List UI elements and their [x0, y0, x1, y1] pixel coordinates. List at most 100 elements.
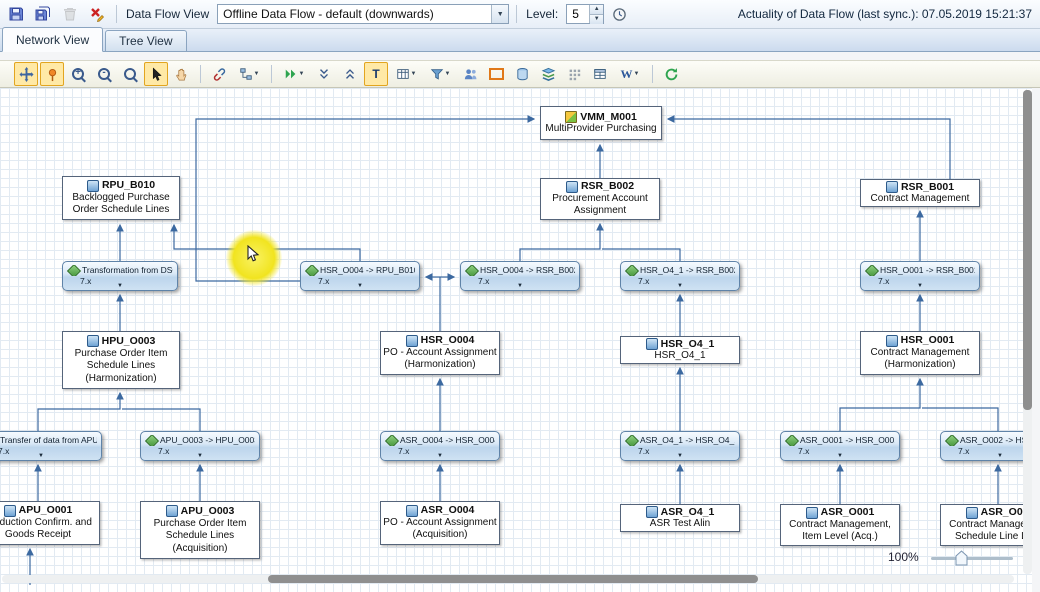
transformation-node[interactable]: Transfer of data from APU... 7.x ▼	[0, 431, 102, 461]
horizontal-scrollbar-thumb[interactable]	[268, 575, 758, 583]
multiprovider-icon	[565, 111, 577, 123]
chevron-down-icon: ▼	[299, 71, 305, 77]
expand-arrow-icon[interactable]: ▼	[677, 451, 683, 461]
spinner-up-icon[interactable]: ▲	[590, 5, 603, 14]
expand-arrow-icon[interactable]: ▼	[437, 451, 443, 461]
expand-arrow-icon[interactable]: ▼	[517, 281, 523, 291]
expand-arrow-icon[interactable]: ▼	[997, 451, 1003, 461]
discard-changes-button[interactable]	[85, 2, 109, 26]
pan-hand-button[interactable]	[170, 62, 194, 86]
collapse-all-button[interactable]	[312, 62, 336, 86]
select-pointer-button[interactable]	[144, 62, 168, 86]
node-desc: ASR Test Alin	[650, 518, 710, 531]
word-export-button[interactable]: W▼	[614, 62, 646, 86]
node-id: RSR_B001	[901, 181, 954, 194]
expand-arrow-icon[interactable]: ▼	[117, 281, 123, 291]
node-RSR_B002[interactable]: RSR_B002 Procurement Account Assignment	[540, 178, 660, 220]
tab-tree-view[interactable]: Tree View	[105, 30, 186, 51]
node-id: APU_O001	[19, 504, 73, 517]
vertical-scrollbar	[1023, 90, 1032, 574]
table-view-button[interactable]: ▼	[390, 62, 422, 86]
delete-button[interactable]	[58, 2, 82, 26]
data-flow-select[interactable]: Offline Data Flow - default (downwards) …	[217, 4, 509, 24]
chevron-down-icon[interactable]: ▼	[491, 5, 508, 23]
node-APU_O003[interactable]: APU_O003 Purchase Order Item Schedule Li…	[140, 501, 260, 559]
chevron-down-icon: ▼	[411, 71, 417, 77]
datastore-icon	[406, 505, 418, 517]
execute-button[interactable]: ▼	[278, 62, 310, 86]
node-id: HSR_O4_1	[661, 338, 715, 351]
level-spinner[interactable]: 5 ▲▼	[566, 4, 604, 24]
spinner-down-icon[interactable]: ▼	[590, 14, 603, 24]
expand-all-button[interactable]	[338, 62, 362, 86]
transformation-node[interactable]: ASR_O4_1 -> HSR_O4_1 7.x ▼	[620, 431, 740, 461]
node-desc: PO - Account Assignment	[383, 517, 496, 530]
transformation-node[interactable]: HSR_O004 -> RPU_B010 7.x ▼	[300, 261, 420, 291]
datasource-button[interactable]	[510, 62, 534, 86]
expand-arrow-icon[interactable]: ▼	[38, 451, 44, 461]
node-desc: (Harmonization)	[85, 373, 156, 386]
pan-mode-button[interactable]	[14, 62, 38, 86]
transformation-icon	[385, 435, 399, 446]
transformation-node[interactable]: ASR_O004 -> HSR_O004 7.x ▼	[380, 431, 500, 461]
layout-direction-button[interactable]: ▼	[233, 62, 265, 86]
expand-arrow-icon[interactable]: ▼	[837, 451, 843, 461]
separator	[200, 65, 201, 83]
tab-network-view[interactable]: Network View	[2, 27, 103, 52]
node-HSR_O004[interactable]: HSR_O004 PO - Account Assignment (Harmon…	[380, 331, 500, 375]
zoom-in-button[interactable]: +	[66, 62, 90, 86]
highlight-frame-button[interactable]	[484, 62, 508, 86]
node-HSR_O001[interactable]: HSR_O001 Contract Management (Harmonizat…	[860, 331, 980, 375]
node-APU_O001[interactable]: APU_O001 Production Confirm. and Goods R…	[0, 501, 100, 545]
zoom-out-button[interactable]: -	[92, 62, 116, 86]
transformation-node[interactable]: APU_O003 -> HPU_O003 7.x ▼	[140, 431, 260, 461]
layers-button[interactable]	[536, 62, 560, 86]
zoom-area-button[interactable]	[118, 62, 142, 86]
transformation-label: ASR_O001 -> HSR_O001	[800, 435, 895, 446]
filter-button[interactable]: ▼	[424, 62, 456, 86]
node-ASR_O4_1[interactable]: ASR_O4_1 ASR Test Alin	[620, 504, 740, 532]
chevron-down-icon: ▼	[634, 71, 640, 77]
save-all-button[interactable]	[31, 2, 55, 26]
unlink-button[interactable]	[207, 62, 231, 86]
save-button[interactable]	[4, 2, 28, 26]
node-id: ASR_O001	[821, 506, 875, 519]
expand-arrow-icon[interactable]: ▼	[917, 281, 923, 291]
node-RSR_B001[interactable]: RSR_B001 Contract Management	[860, 179, 980, 207]
expand-arrow-icon[interactable]: ▼	[677, 281, 683, 291]
network-diagram-canvas[interactable]: VMM_M001 MultiProvider Purchasing RPU_B0…	[0, 88, 1040, 592]
transformation-node[interactable]: HSR_O004 -> RSR_B002 7.x ▼	[460, 261, 580, 291]
grid-dots-button[interactable]	[562, 62, 586, 86]
node-desc: (Harmonization)	[404, 359, 475, 372]
node-desc: Schedule Lines	[87, 360, 155, 373]
node-desc: Purchase Order Item	[154, 518, 247, 531]
node-ASR_O004[interactable]: ASR_O004 PO - Account Assignment (Acquis…	[380, 501, 500, 545]
node-HPU_O003[interactable]: HPU_O003 Purchase Order Item Schedule Li…	[62, 331, 180, 389]
zoom-slider-thumb[interactable]	[955, 550, 968, 566]
node-desc: MultiProvider Purchasing	[545, 123, 656, 136]
pin-layout-button[interactable]	[40, 62, 64, 86]
refresh-button[interactable]	[659, 62, 683, 86]
node-RPU_B010[interactable]: RPU_B010 Backlogged Purchase Order Sched…	[62, 176, 180, 220]
transformation-node[interactable]: HSR_O001 -> RSR_B001 7.x ▼	[860, 261, 980, 291]
transformation-node[interactable]: ASR_O001 -> HSR_O001 7.x ▼	[780, 431, 900, 461]
refresh-time-button[interactable]	[607, 2, 631, 26]
transformation-node[interactable]: Transformation from DSO HP... 7.x ▼	[62, 261, 178, 291]
vertical-scrollbar-thumb[interactable]	[1023, 90, 1032, 410]
transformation-node[interactable]: HSR_O4_1 -> RSR_B002 7.x ▼	[620, 261, 740, 291]
horizontal-scrollbar	[2, 575, 1014, 583]
mouse-cursor	[247, 245, 261, 268]
zoom-slider-track[interactable]	[931, 557, 1013, 560]
node-HSR_O4_1[interactable]: HSR_O4_1 HSR_O4_1	[620, 336, 740, 364]
grid-table-button[interactable]	[588, 62, 612, 86]
expand-arrow-icon[interactable]: ▼	[357, 281, 363, 291]
zoom-value: 100%	[888, 550, 919, 564]
users-button[interactable]	[458, 62, 482, 86]
node-VMM_M001[interactable]: VMM_M001 MultiProvider Purchasing	[540, 106, 662, 140]
separator	[271, 65, 272, 83]
node-ASR_O001[interactable]: ASR_O001 Contract Management, Item Level…	[780, 504, 900, 546]
text-tool-button[interactable]: T	[364, 62, 388, 86]
transformation-label: HSR_O4_1 -> RSR_B002	[640, 265, 735, 276]
magnifier-icon	[124, 68, 136, 80]
expand-arrow-icon[interactable]: ▼	[197, 451, 203, 461]
